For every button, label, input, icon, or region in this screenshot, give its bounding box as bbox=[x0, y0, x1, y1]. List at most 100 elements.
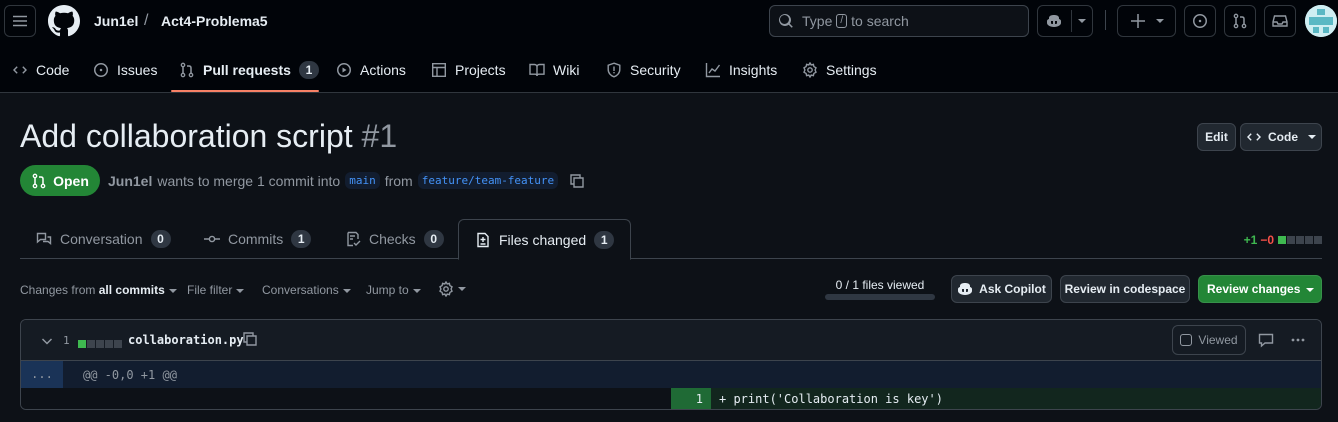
copilot-button[interactable] bbox=[1037, 5, 1093, 37]
issue-opened-icon bbox=[1193, 14, 1207, 28]
file-diff-icon bbox=[477, 232, 489, 247]
changes-from-label: Changes from bbox=[20, 283, 96, 297]
tab-commits[interactable]: Commits 1 bbox=[204, 219, 312, 259]
status-badge: Open bbox=[20, 165, 100, 196]
nav-tab-wiki[interactable]: Wiki bbox=[529, 48, 579, 92]
nav-tab-projects[interactable]: Projects bbox=[431, 48, 506, 92]
tab-count: 1 bbox=[594, 230, 615, 249]
diff-settings-dropdown[interactable] bbox=[438, 280, 466, 298]
tab-label: Conversation bbox=[60, 231, 143, 247]
menu-icon bbox=[13, 15, 27, 27]
edit-button[interactable]: Edit bbox=[1197, 123, 1236, 151]
nav-tab-code[interactable]: Code bbox=[12, 48, 69, 92]
jump-to-dropdown[interactable]: Jump to bbox=[366, 283, 421, 297]
hamburger-menu-button[interactable] bbox=[4, 5, 36, 37]
nav-tab-label: Wiki bbox=[553, 62, 580, 78]
line-code: + print('Collaboration is key') bbox=[711, 388, 1321, 409]
nav-tab-label: Security bbox=[630, 62, 681, 78]
chevron-down-icon bbox=[412, 288, 421, 293]
pr-from-text: from bbox=[384, 172, 413, 189]
files-viewed-progress bbox=[825, 294, 935, 300]
pr-title-text: Add collaboration script bbox=[20, 118, 353, 154]
github-logo-icon[interactable] bbox=[48, 5, 80, 37]
nav-tab-pull-requests[interactable]: Pull requests 1 bbox=[179, 48, 319, 92]
inbox-icon bbox=[1272, 15, 1288, 27]
avatar[interactable] bbox=[1305, 5, 1337, 37]
code-icon bbox=[13, 66, 27, 74]
nav-tab-actions[interactable]: Actions bbox=[336, 48, 406, 92]
tab-conversation[interactable]: Conversation 0 bbox=[36, 219, 171, 259]
issue-opened-icon bbox=[94, 63, 108, 77]
issues-button[interactable] bbox=[1184, 5, 1216, 37]
viewed-checkbox[interactable]: Viewed bbox=[1172, 325, 1246, 355]
book-icon bbox=[529, 63, 545, 77]
file-diffstat-bar bbox=[77, 335, 122, 351]
review-changes-button[interactable]: Review changes bbox=[1198, 275, 1322, 303]
diffstat: +1 −0 bbox=[1244, 233, 1322, 247]
git-pull-request-icon bbox=[1233, 13, 1247, 29]
status-label: Open bbox=[53, 172, 89, 189]
gear-icon bbox=[439, 280, 453, 298]
search-suffix: to search bbox=[851, 13, 909, 29]
pull-requests-button[interactable] bbox=[1224, 5, 1256, 37]
diffstat-bar bbox=[1277, 233, 1322, 247]
changes-from-value: all commits bbox=[98, 283, 165, 297]
chevron-down-icon[interactable] bbox=[39, 333, 55, 349]
base-branch[interactable]: main bbox=[345, 172, 380, 189]
conversations-label: Conversations bbox=[262, 283, 339, 297]
nav-tab-security[interactable]: Security bbox=[606, 48, 681, 92]
additions-count: +1 bbox=[1243, 233, 1258, 247]
pr-tabs: Conversation 0 Commits 1 Checks 0 Files … bbox=[20, 219, 1322, 260]
file-name[interactable]: collaboration.py bbox=[128, 333, 244, 347]
pr-number: #1 bbox=[361, 118, 398, 154]
deletions-count: −0 bbox=[1260, 233, 1274, 247]
tab-label: Commits bbox=[228, 231, 284, 247]
review-changes-label: Review changes bbox=[1207, 282, 1301, 296]
inbox-button[interactable] bbox=[1264, 5, 1296, 37]
ask-copilot-button[interactable]: Ask Copilot bbox=[951, 275, 1052, 303]
search-input[interactable]: Type / to search bbox=[769, 5, 1029, 37]
tab-count: 0 bbox=[150, 230, 171, 248]
file-filter-dropdown[interactable]: File filter bbox=[187, 283, 245, 297]
hunk-header-text: @@ -0,0 +1 @@ bbox=[83, 368, 177, 382]
chevron-down-icon bbox=[1155, 19, 1164, 23]
expand-hunk-button[interactable]: ... bbox=[21, 361, 63, 388]
conversations-dropdown[interactable]: Conversations bbox=[262, 283, 351, 297]
search-icon bbox=[779, 14, 793, 28]
tab-files-changed[interactable]: Files changed 1 bbox=[458, 219, 632, 260]
kebab-horizontal-icon[interactable] bbox=[1290, 332, 1306, 348]
pr-author[interactable]: Jun1el bbox=[108, 173, 152, 189]
nav-tab-insights[interactable]: Insights bbox=[705, 48, 777, 92]
file-header: 1 collaboration.py Viewed bbox=[21, 320, 1321, 361]
nav-tab-settings[interactable]: Settings bbox=[802, 48, 877, 92]
repo-nav: Code Issues Pull requests 1 Actions Proj… bbox=[0, 48, 1338, 93]
review-in-codespace-button[interactable]: Review in codespace bbox=[1060, 275, 1190, 303]
comment-icon[interactable] bbox=[1258, 332, 1274, 348]
line-number[interactable]: 1 bbox=[671, 388, 711, 409]
head-branch[interactable]: feature/team-feature bbox=[417, 172, 559, 189]
create-new-button[interactable] bbox=[1117, 5, 1176, 37]
code-dropdown-button[interactable]: Code bbox=[1240, 123, 1322, 151]
copilot-icon bbox=[1047, 15, 1061, 27]
table-icon bbox=[432, 63, 446, 77]
chevron-down-icon bbox=[458, 287, 466, 291]
changes-from-dropdown[interactable]: Changes from all commits bbox=[20, 283, 177, 297]
checkbox-box bbox=[1180, 334, 1193, 346]
nav-tab-label: Code bbox=[36, 62, 70, 78]
code-button-label: Code bbox=[1268, 130, 1298, 144]
jump-to-label: Jump to bbox=[366, 283, 409, 297]
chevron-down-icon bbox=[1306, 288, 1314, 292]
header-divider bbox=[1105, 10, 1106, 30]
copy-icon[interactable] bbox=[569, 173, 585, 189]
files-viewed-text: 0 / 1 files viewed bbox=[835, 278, 925, 292]
diff-line-added: 1 + print('Collaboration is key') bbox=[21, 388, 1321, 409]
git-commit-icon bbox=[204, 235, 220, 243]
nav-tab-issues[interactable]: Issues bbox=[93, 48, 157, 92]
breadcrumb-separator: / bbox=[144, 12, 149, 29]
tab-checks[interactable]: Checks 0 bbox=[345, 219, 444, 259]
breadcrumb-owner[interactable]: Jun1el bbox=[94, 13, 138, 29]
breadcrumb-repo[interactable]: Act4-Problema5 bbox=[161, 13, 268, 29]
copy-icon[interactable] bbox=[242, 331, 258, 347]
tab-count: 0 bbox=[423, 230, 444, 248]
plus-icon bbox=[1130, 14, 1145, 28]
